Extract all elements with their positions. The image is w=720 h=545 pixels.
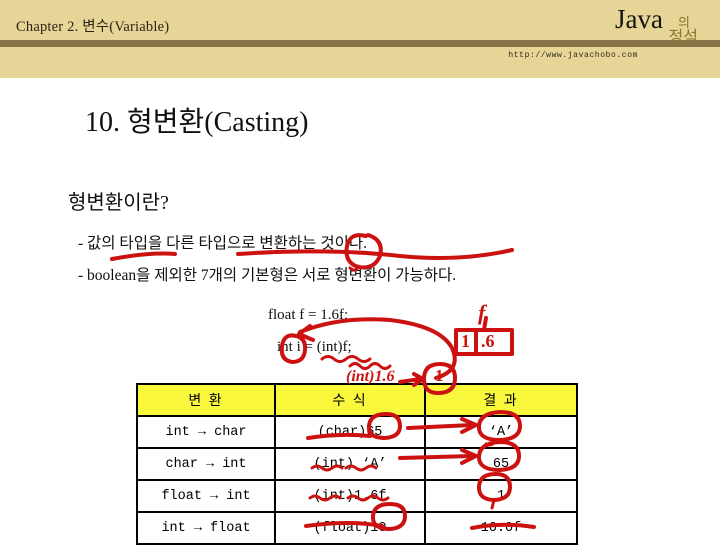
cell-conversion: char → int	[136, 447, 276, 481]
cell-conversion: int → float	[136, 511, 276, 545]
slide-header-band: Chapter 2. 변수(Variable) Java 의 정석 http:/…	[0, 0, 720, 78]
table-row: char → int (int) ‘A’ 65	[136, 447, 578, 481]
section-heading: 형변환이란?	[68, 192, 169, 214]
column-header-expression: 수 식	[274, 383, 426, 417]
site-url: http://www.javachobo.com	[508, 51, 638, 60]
ink-box-right-value: .6	[481, 331, 495, 351]
cell-conversion: int → char	[136, 415, 276, 449]
cell-expression: (float)10	[274, 511, 426, 545]
code-line: float f = 1.6f;	[268, 307, 349, 323]
header-divider-rule	[0, 40, 720, 47]
ink-circled-result-label: 1	[435, 366, 444, 385]
chapter-label: Chapter 2. 변수(Variable)	[16, 19, 170, 35]
table-row: float → int (int)1.6f 1	[136, 479, 578, 513]
cell-result: 10.0f	[424, 511, 578, 545]
ink-label-f: f	[478, 300, 486, 325]
ink-underline-bullet-left	[110, 251, 177, 261]
cell-expression: (int)1.6f	[274, 479, 426, 513]
table-header-row: 변 환 수 식 결 과	[136, 383, 578, 417]
ink-arrow-to-one	[398, 377, 422, 384]
table-row: int → float (float)10 10.0f	[136, 511, 578, 545]
ink-squiggle-intf	[320, 355, 372, 363]
cell-result: 1	[424, 479, 578, 513]
ink-curved-arrow-head	[297, 324, 315, 342]
brand-subtitle: 정석	[668, 29, 698, 46]
ink-inline-note: (int)1.6	[346, 368, 395, 385]
bullet-item: - 값의 타입을 다른 타입으로 변환하는 것이다.	[78, 235, 367, 252]
page-title: 10. 형변환(Casting)	[85, 107, 309, 138]
bullet-item: - boolean을 제외한 7개의 기본형은 서로 형변환이 가능하다.	[78, 267, 457, 284]
ink-box-left-value: 1	[461, 331, 470, 351]
cell-result: 65	[424, 447, 578, 481]
cell-expression: (int) ‘A’	[274, 447, 426, 481]
code-line: int i = (int)f;	[277, 339, 352, 355]
cell-result: ‘A’	[424, 415, 578, 449]
column-header-conversion: 변 환	[136, 383, 276, 417]
brand-particle: 의	[678, 15, 690, 30]
column-header-result: 결 과	[424, 383, 578, 417]
cell-expression: (char)65	[274, 415, 426, 449]
casting-table: 변 환 수 식 결 과 int → char (char)65 ‘A’ char…	[136, 383, 578, 545]
table-row: int → char (char)65 ‘A’	[136, 415, 578, 449]
cell-conversion: float → int	[136, 479, 276, 513]
brand-java-title: Java	[615, 4, 663, 34]
